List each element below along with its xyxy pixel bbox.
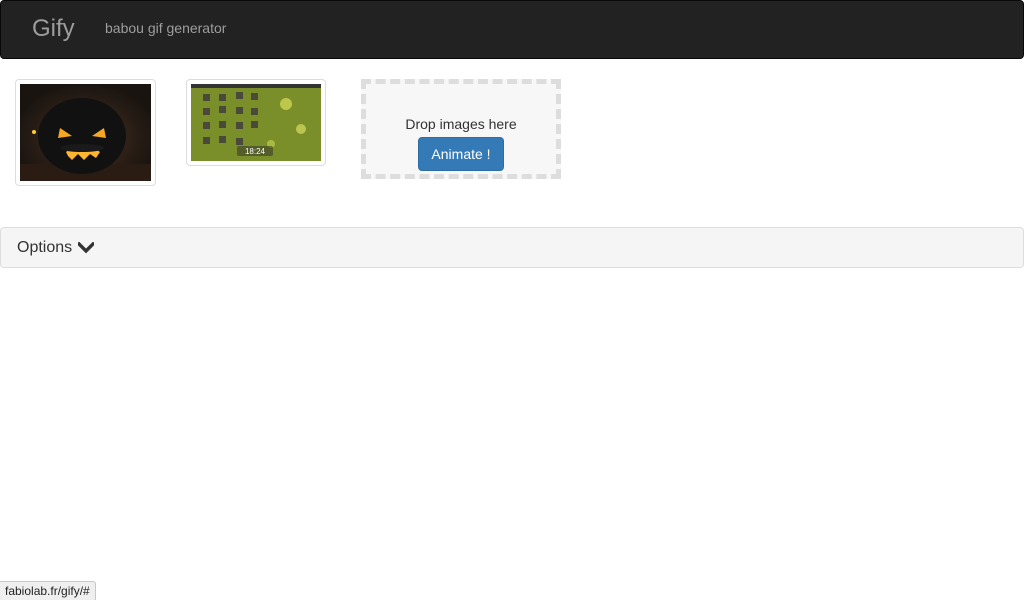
chevron-down-icon [78, 242, 95, 254]
options-panel: Options [0, 227, 1024, 268]
options-label: Options [17, 239, 73, 256]
brand-link[interactable]: Gify [32, 15, 75, 43]
options-toggle[interactable]: Options [17, 238, 95, 258]
status-bar-url: fabiolab.fr/gify/# [0, 581, 96, 600]
thumbnail-desktop[interactable]: 18:24 [186, 79, 326, 166]
animate-button[interactable]: Animate ! [418, 137, 504, 171]
image-dropzone[interactable]: Drop images here Animate ! [361, 79, 561, 179]
clock-overlay: 18:24 [245, 147, 266, 156]
thumbnail-pumpkin[interactable] [15, 79, 156, 186]
dropzone-label: Drop images here [405, 116, 517, 132]
tagline-link[interactable]: babou gif generator [105, 19, 226, 37]
desktop-screenshot-image: 18:24 [191, 84, 321, 161]
navbar: Gify babou gif generator [0, 0, 1024, 59]
jack-o-lantern-image [20, 84, 151, 181]
